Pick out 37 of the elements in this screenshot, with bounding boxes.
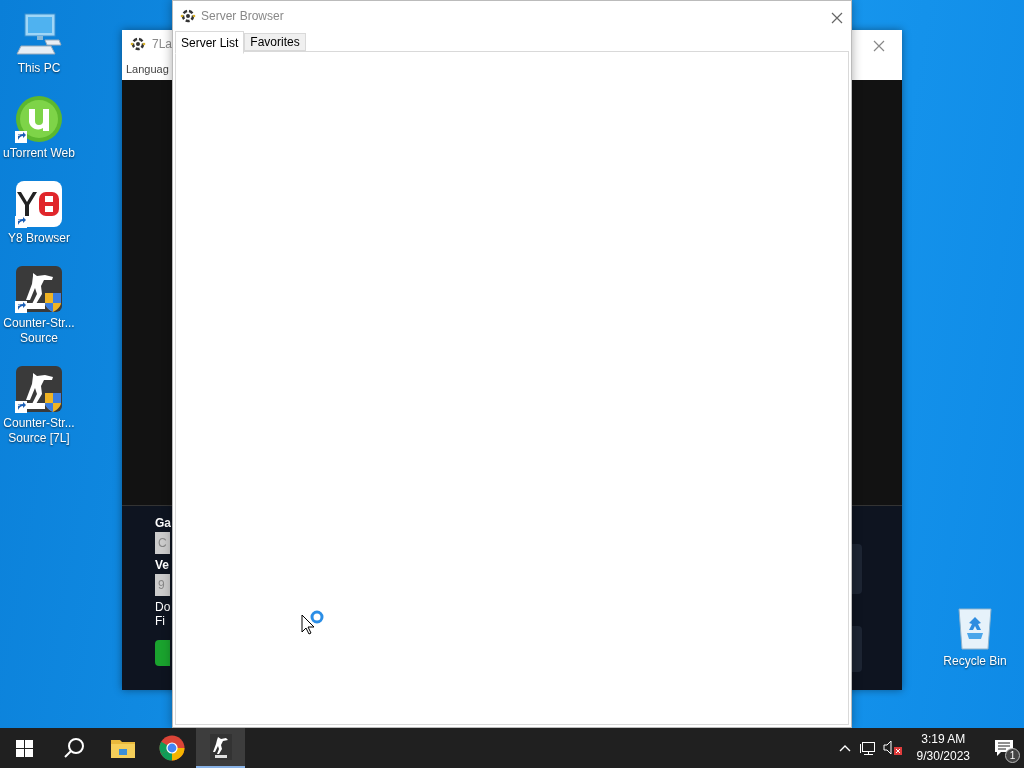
close-icon[interactable] bbox=[873, 40, 885, 52]
taskbar-app-button[interactable] bbox=[196, 728, 245, 768]
search-icon bbox=[62, 737, 85, 759]
game-icon bbox=[209, 734, 232, 760]
tab[interactable]: Favorites bbox=[244, 33, 306, 51]
notification-count: 1 bbox=[1005, 748, 1020, 763]
windows-logo-icon bbox=[16, 739, 33, 757]
input-field[interactable]: 9 bbox=[155, 574, 170, 596]
desktop-icon-label[interactable]: Recycle Bin bbox=[943, 654, 1007, 669]
muted-speaker-icon[interactable] bbox=[882, 740, 903, 756]
info-text: Do Fi bbox=[155, 600, 171, 628]
tab[interactable]: Server List bbox=[175, 31, 245, 54]
window-title: Server Browser bbox=[201, 9, 284, 23]
field-label: Ve bbox=[155, 558, 169, 572]
close-icon[interactable] bbox=[831, 12, 843, 24]
window-title: 7La bbox=[152, 37, 173, 51]
desktop-icon-label[interactable]: Counter-Str... Source bbox=[3, 316, 75, 346]
game-app-icon bbox=[15, 265, 63, 313]
app-logo-icon bbox=[130, 36, 146, 52]
menu-item[interactable]: Languag bbox=[126, 63, 169, 75]
torrent-app-icon bbox=[15, 95, 63, 143]
browser-icon bbox=[158, 735, 185, 761]
desktop-icon-label[interactable]: Y8 Browser bbox=[8, 231, 70, 246]
chevron-up-icon[interactable] bbox=[838, 744, 851, 752]
input-field[interactable]: C bbox=[155, 532, 170, 554]
notifications-button[interactable]: 1 bbox=[984, 728, 1024, 768]
computer-icon bbox=[15, 10, 63, 58]
desktop-icon-label[interactable]: uTorrent Web bbox=[3, 146, 75, 161]
clock[interactable]: 3:19 AM 9/30/2023 bbox=[910, 731, 976, 765]
network-icon[interactable] bbox=[858, 740, 875, 756]
app-logo-icon bbox=[180, 8, 196, 24]
desktop-icon-label[interactable]: Counter-Str... Source [7L] bbox=[3, 416, 75, 446]
game-app-icon bbox=[15, 365, 63, 413]
folder-icon bbox=[110, 738, 135, 758]
desktop-icon-label[interactable]: This PC bbox=[17, 61, 61, 76]
browser-app-icon bbox=[15, 180, 63, 228]
field-label: Ga bbox=[155, 516, 171, 530]
